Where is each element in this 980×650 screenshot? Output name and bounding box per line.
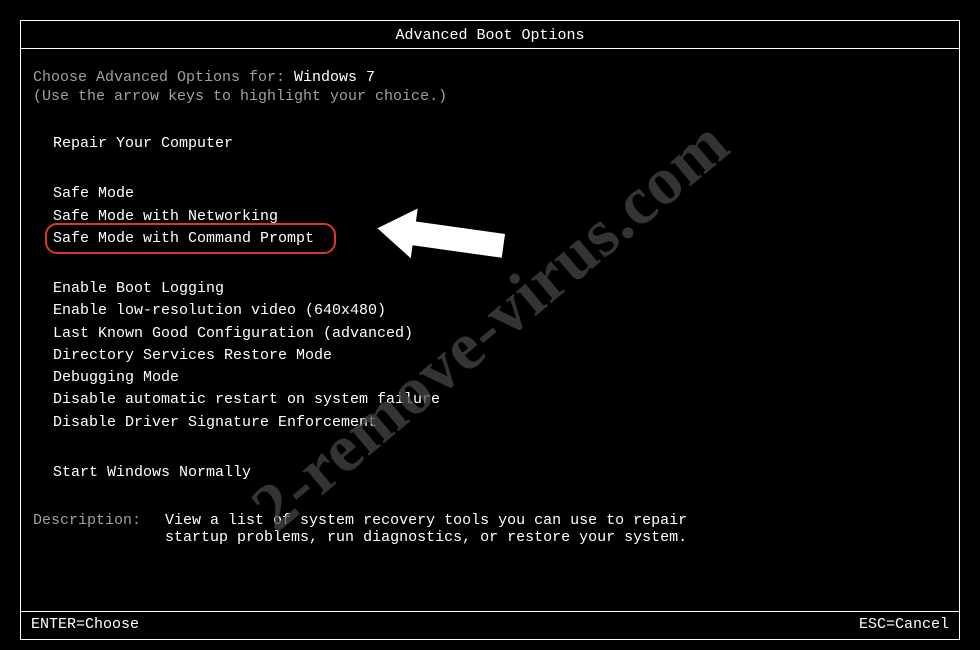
footer-bar: ENTER=Choose ESC=Cancel [21,611,959,639]
option-safe-mode[interactable]: Safe Mode [33,183,138,205]
description-row: Description: View a list of system recov… [33,512,947,546]
description-text: View a list of system recovery tools you… [165,512,725,546]
option-disable-driver-sig[interactable]: Disable Driver Signature Enforcement [33,412,381,434]
highlighted-option-wrap: Safe Mode with Command Prompt [33,228,318,250]
boot-options-screen: Advanced Boot Options Choose Advanced Op… [20,20,960,640]
option-group-advanced: Enable Boot Logging Enable low-resolutio… [33,278,947,434]
option-start-normally[interactable]: Start Windows Normally [33,462,255,484]
hint-line: (Use the arrow keys to highlight your ch… [33,88,947,105]
os-name: Windows 7 [294,69,375,86]
footer-enter-hint: ENTER=Choose [31,616,139,633]
option-disable-auto-restart[interactable]: Disable automatic restart on system fail… [33,389,444,411]
option-enable-boot-logging[interactable]: Enable Boot Logging [33,278,228,300]
option-low-res-video[interactable]: Enable low-resolution video (640x480) [33,300,390,322]
option-group-normal: Start Windows Normally [33,462,947,484]
description-label: Description: [33,512,141,546]
prompt-prefix: Choose Advanced Options for: [33,69,294,86]
option-safe-mode-command-prompt[interactable]: Safe Mode with Command Prompt [33,228,318,250]
option-debugging-mode[interactable]: Debugging Mode [33,367,183,389]
page-title: Advanced Boot Options [21,21,959,49]
option-last-known-good[interactable]: Last Known Good Configuration (advanced) [33,323,417,345]
footer-esc-hint: ESC=Cancel [859,616,949,633]
prompt-line: Choose Advanced Options for: Windows 7 [33,69,947,86]
option-group-repair: Repair Your Computer [33,133,947,155]
option-ds-restore-mode[interactable]: Directory Services Restore Mode [33,345,336,367]
option-safe-mode-networking[interactable]: Safe Mode with Networking [33,206,282,228]
content-area: Choose Advanced Options for: Windows 7 (… [21,49,959,546]
option-repair-computer[interactable]: Repair Your Computer [33,133,237,155]
option-group-safe-mode: Safe Mode Safe Mode with Networking Safe… [33,183,947,250]
